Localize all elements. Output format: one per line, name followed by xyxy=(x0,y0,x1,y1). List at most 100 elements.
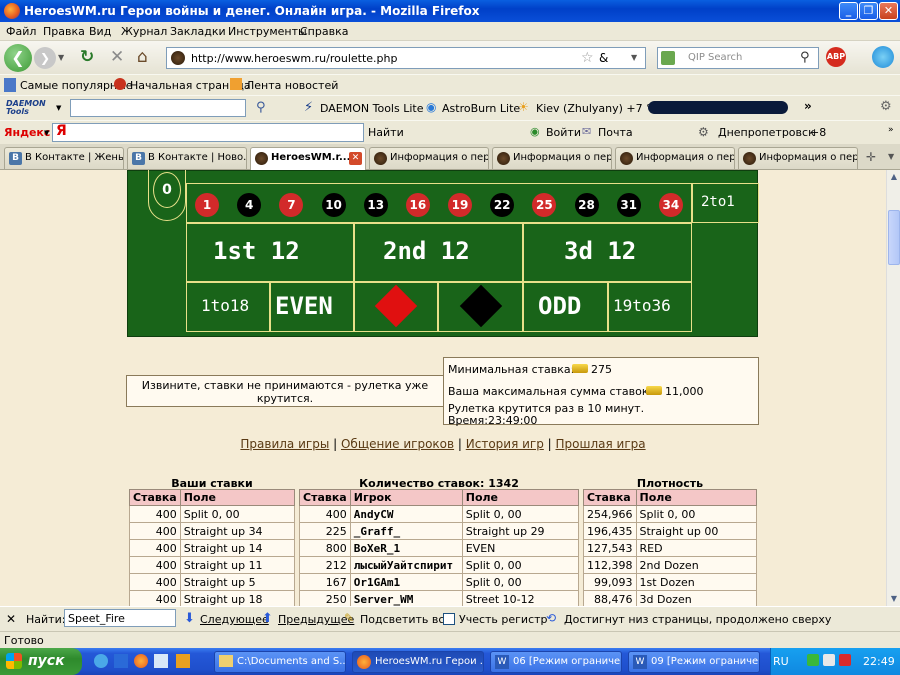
roulette-number-1[interactable]: 1 xyxy=(195,193,220,217)
dozen-3-cell[interactable]: 3d 12 xyxy=(523,223,692,282)
yandex-city[interactable]: Днепропетровск xyxy=(718,126,815,139)
column-bet-cell[interactable]: 2to1 xyxy=(692,183,759,223)
start-button[interactable]: пуск xyxy=(0,648,82,675)
address-bar[interactable]: http://www.heroeswm.ru/roulette.php ☆ & … xyxy=(166,47,646,69)
forward-button[interactable]: ❯ xyxy=(34,47,56,69)
close-button[interactable]: ✕ xyxy=(879,2,898,20)
chat-link[interactable]: Общение игроков xyxy=(341,437,454,451)
history-dropdown-icon[interactable]: ▼ xyxy=(58,53,64,62)
dozen-1-cell[interactable]: 1st 12 xyxy=(186,223,354,282)
scroll-up-icon[interactable]: ▲ xyxy=(888,170,900,183)
bookmark-news-feed[interactable]: Лента новостей xyxy=(246,79,338,92)
search-box[interactable]: QIP Search ⚲ xyxy=(657,47,819,69)
roulette-number-19[interactable]: 19 xyxy=(448,193,473,217)
red-cell[interactable] xyxy=(354,282,438,332)
adblock-icon[interactable]: ABP xyxy=(826,47,846,67)
daemon-tools-lite[interactable]: DAEMON Tools Lite xyxy=(320,102,424,115)
tab-info-3[interactable]: Информация о пер... xyxy=(615,147,735,169)
home-icon[interactable]: ⌂ xyxy=(137,47,148,67)
yandex-mail-button[interactable]: Почта xyxy=(598,126,633,139)
odd-cell[interactable]: ODD xyxy=(523,282,608,332)
search-engine-icon[interactable] xyxy=(661,51,675,65)
dozen-2-cell[interactable]: 2nd 12 xyxy=(354,223,523,282)
maximize-button[interactable]: ❐ xyxy=(859,2,878,20)
task-word-09[interactable]: W 09 [Режим ограниче... xyxy=(628,651,760,673)
zero-cell[interactable]: 0 xyxy=(148,170,186,221)
task-firefox[interactable]: HeroesWM.ru Герои ... xyxy=(352,651,484,673)
more-chevron-icon[interactable]: » xyxy=(804,99,812,113)
quicklaunch-desktop-icon[interactable] xyxy=(114,654,128,668)
quicklaunch-icon[interactable] xyxy=(154,654,168,668)
scroll-down-icon[interactable]: ▼ xyxy=(888,592,900,605)
task-explorer[interactable]: C:\Documents and S... xyxy=(214,651,346,673)
daemon-search-icon[interactable]: ⚲ xyxy=(256,100,266,115)
weather-text[interactable]: Kiev (Zhulyany) +7 °C xyxy=(536,102,659,115)
player-name-cell[interactable]: _Graff_ xyxy=(349,522,463,540)
search-input[interactable]: QIP Search xyxy=(688,52,742,63)
language-indicator[interactable]: RU xyxy=(773,655,789,668)
player-name-cell[interactable]: BoXeR_1 xyxy=(349,539,463,557)
tray-icon[interactable] xyxy=(823,654,835,666)
black-cell[interactable] xyxy=(438,282,523,332)
menu-tools[interactable]: Инструменты xyxy=(228,25,307,38)
find-prev-button[interactable]: Предыдущее xyxy=(278,613,354,626)
roulette-number-13[interactable]: 13 xyxy=(363,193,388,217)
roulette-number-16[interactable]: 16 xyxy=(405,193,430,217)
history-link[interactable]: История игр xyxy=(466,437,544,451)
find-input[interactable]: Speet_Fire xyxy=(64,609,176,627)
astroburn-lite[interactable]: AstroBurn Lite xyxy=(442,102,520,115)
stop-icon[interactable]: ✕ xyxy=(110,47,124,67)
player-name-cell[interactable]: AndyCW xyxy=(349,505,463,523)
player-name-cell[interactable]: Or1GAm1 xyxy=(349,573,463,591)
yandex-more-icon[interactable]: » xyxy=(888,125,894,135)
tab-list-icon[interactable]: ▼ xyxy=(888,152,894,161)
daemon-dropdown-icon[interactable]: ▼ xyxy=(56,104,61,112)
low-1to18-cell[interactable]: 1to18 xyxy=(186,282,270,332)
yandex-search-input[interactable] xyxy=(52,123,364,142)
new-tab-icon[interactable]: ✛ xyxy=(866,150,876,164)
player-name-cell[interactable]: Server_WM xyxy=(349,590,463,606)
tab-info-2[interactable]: Информация о пер... xyxy=(492,147,612,169)
quicklaunch-icon[interactable] xyxy=(176,654,190,668)
tray-icon[interactable] xyxy=(807,654,819,666)
menu-help[interactable]: Справка xyxy=(300,25,348,38)
yandex-find-button[interactable]: Найти xyxy=(368,126,404,139)
roulette-number-31[interactable]: 31 xyxy=(616,193,641,217)
player-name-cell[interactable]: лысыйУайтспирит xyxy=(349,556,463,574)
tab-heroeswm[interactable]: HeroesWM.r... ✕ xyxy=(250,147,366,170)
url-dropdown-icon[interactable]: ▼ xyxy=(631,53,637,62)
rules-link[interactable]: Правила игры xyxy=(240,437,329,451)
even-cell[interactable]: EVEN xyxy=(270,282,354,332)
yandex-login-button[interactable]: Войти xyxy=(546,126,581,139)
menu-view[interactable]: Вид xyxy=(89,25,111,38)
yandex-dropdown-icon[interactable]: ▼ xyxy=(44,129,49,137)
reload-icon[interactable]: ↻ xyxy=(80,47,94,67)
menu-bookmarks[interactable]: Закладки xyxy=(170,25,226,38)
minimize-button[interactable]: _ xyxy=(839,2,858,20)
tab-vk-1[interactable]: BВ Контакте | Жень... xyxy=(4,147,124,169)
translate-icon[interactable]: & xyxy=(599,51,608,65)
daemon-settings-icon[interactable]: ⚙ xyxy=(880,99,892,114)
tab-info-1[interactable]: Информация о пер... xyxy=(369,147,489,169)
match-case-checkbox[interactable] xyxy=(443,613,455,625)
high-19to36-cell[interactable]: 19to36 xyxy=(608,282,692,332)
yandex-counter[interactable]: +8 xyxy=(810,126,826,139)
menu-history[interactable]: Журнал xyxy=(121,25,167,38)
menu-file[interactable]: Файл xyxy=(6,25,36,38)
roulette-number-34[interactable]: 34 xyxy=(658,193,683,217)
last-game-link[interactable]: Прошлая игра xyxy=(556,437,646,451)
roulette-number-22[interactable]: 22 xyxy=(490,193,515,217)
menu-edit[interactable]: Правка xyxy=(43,25,85,38)
quicklaunch-ie-icon[interactable] xyxy=(94,654,108,668)
daemon-search-input[interactable] xyxy=(70,99,246,117)
quicklaunch-firefox-icon[interactable] xyxy=(134,654,148,668)
close-find-icon[interactable]: ✕ xyxy=(6,612,16,626)
tab-info-4[interactable]: Информация о пер... xyxy=(738,147,858,169)
tab-vk-2[interactable]: BВ Контакте | Ново... xyxy=(127,147,247,169)
roulette-number-10[interactable]: 10 xyxy=(321,193,346,217)
skype-icon[interactable] xyxy=(872,46,894,68)
search-icon[interactable]: ⚲ xyxy=(800,50,810,65)
star-icon[interactable]: ☆ xyxy=(581,50,594,66)
find-next-button[interactable]: Следующее xyxy=(200,613,269,626)
scroll-thumb[interactable] xyxy=(888,210,900,265)
